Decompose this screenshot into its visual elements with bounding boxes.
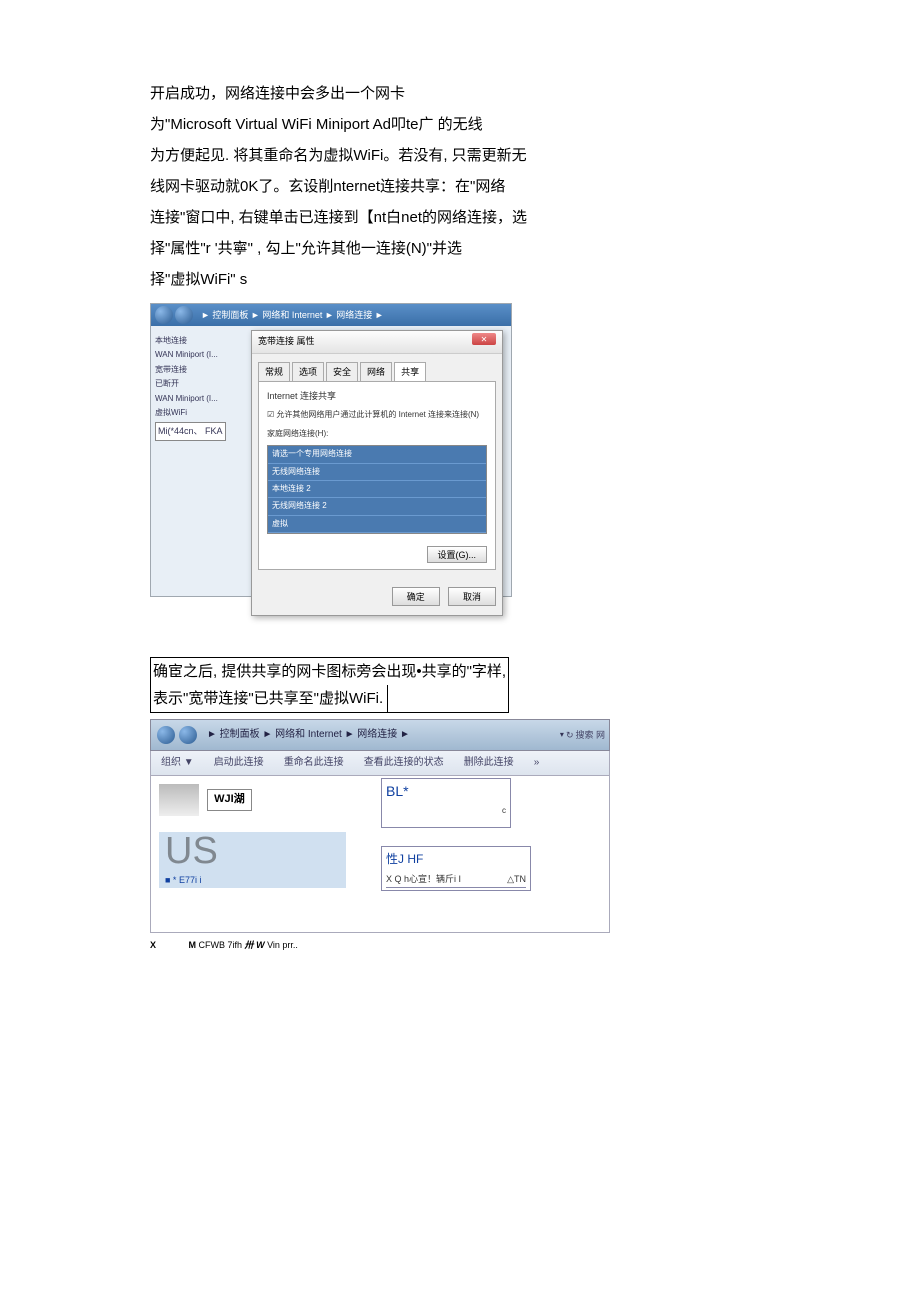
toolbar-delete[interactable]: 删除此连接 bbox=[464, 754, 514, 772]
ok-button[interactable]: 确定 bbox=[392, 587, 440, 606]
dialog-footer: 确定 取消 bbox=[252, 576, 502, 615]
conn-item[interactable]: 宽带连接 bbox=[155, 365, 250, 375]
section-title: Internet 连接共享 bbox=[267, 388, 487, 404]
conn-item[interactable]: 本地连接 bbox=[155, 336, 250, 346]
mi-label: Mi(*44cn、 FKA bbox=[155, 422, 226, 440]
screenshot-network-connections: ► 控制面板 ► 网络和 Internet ► 网络连接 ► ▾ ↻ 搜索 网 … bbox=[150, 719, 610, 933]
tab-general[interactable]: 常规 bbox=[258, 362, 290, 381]
line-7: 择"虚拟WiFi" s bbox=[150, 266, 770, 293]
tab-network[interactable]: 网络 bbox=[360, 362, 392, 381]
home-network-dropdown[interactable]: 请选一个专用网络连接 无线网络连接 本地连接 2 无线网络连接 2 虚拟 bbox=[267, 445, 487, 534]
conn-item[interactable]: 虚拟WiFi bbox=[155, 408, 250, 418]
conn-item[interactable]: WAN Miniport (I... bbox=[155, 350, 250, 360]
search-box[interactable]: ▾ ↻ 搜索 网 bbox=[560, 727, 609, 743]
nav-forward-icon[interactable] bbox=[179, 726, 197, 744]
bl-sub: c bbox=[386, 804, 506, 818]
explorer-header: ► 控制面板 ► 网络和 Internet ► 网络连接 ► bbox=[151, 304, 511, 326]
toolbar-start[interactable]: 启动此连接 bbox=[214, 754, 264, 772]
address-bar-2[interactable]: ► 控制面板 ► 网络和 Internet ► 网络连接 ► bbox=[207, 726, 410, 744]
toolbar-status[interactable]: 查看此连接的状态 bbox=[364, 754, 444, 772]
refresh-icon[interactable]: ↻ bbox=[566, 727, 574, 743]
conn-item[interactable]: 已断开 bbox=[155, 379, 250, 389]
dialog-title-text: 宽带连接 属性 bbox=[258, 333, 315, 351]
bl-box[interactable]: BL* c bbox=[381, 778, 511, 828]
body-text: 开启成功，网络连接中会多出一个网卡 为"Microsoft Virtual Wi… bbox=[150, 80, 770, 293]
close-icon[interactable]: ✕ bbox=[472, 333, 496, 345]
dialog-content: Internet 连接共享 ☑ 允许其他网络用户通过此计算机的 Internet… bbox=[258, 381, 496, 570]
settings-button[interactable]: 设置(G)... bbox=[427, 546, 488, 563]
dropdown-option[interactable]: 本地连接 2 bbox=[268, 481, 486, 498]
footer-text: X M CFWB 7ifh 卅 W Vin prr.. bbox=[150, 937, 770, 953]
tab-security[interactable]: 安全 bbox=[326, 362, 358, 381]
connection-icon[interactable] bbox=[159, 784, 199, 816]
nav-forward-icon[interactable] bbox=[175, 306, 193, 324]
tab-options[interactable]: 选项 bbox=[292, 362, 324, 381]
hf-box[interactable]: 性J HF X Q h心宣！辆斤i I △TN bbox=[381, 846, 531, 891]
explorer-header-2: ► 控制面板 ► 网络和 Internet ► 网络连接 ► ▾ ↻ 搜索 网 bbox=[150, 719, 610, 751]
line-4: 线网卡驱动就0K了。玄设削nternet连接共享：在"网络 bbox=[150, 173, 770, 200]
connection-list: 本地连接 WAN Miniport (I... 宽带连接 已断开 WAN Min… bbox=[151, 326, 254, 596]
dropdown-option[interactable]: 无线网络连接 2 bbox=[268, 498, 486, 515]
address-bar[interactable]: ► 控制面板 ► 网络和 Internet ► 网络连接 ► bbox=[201, 307, 384, 323]
boxed-line-2: 表示"宽带连接"已共享至"虚拟WiFi. bbox=[153, 685, 388, 712]
wji-label: WJI湖 bbox=[207, 789, 252, 811]
us-sub: ■ * E77i i bbox=[165, 872, 340, 888]
hf-sub: X Q h心宣！辆斤i I △TN bbox=[386, 871, 526, 888]
screenshot-properties-dialog: ► 控制面板 ► 网络和 Internet ► 网络连接 ► 本地连接 WAN … bbox=[150, 303, 512, 597]
toolbar-more[interactable]: » bbox=[534, 754, 540, 772]
line-5: 连接"窗口中, 右键单击已连接到【nt白net的网络连接，选 bbox=[150, 204, 770, 231]
dialog-titlebar: 宽带连接 属性 ✕ bbox=[252, 331, 502, 354]
properties-dialog: 宽带连接 属性 ✕ 常规 选项 安全 网络 共享 Internet 连接共享 ☑… bbox=[251, 330, 503, 616]
us-block[interactable]: US ■ * E77i i bbox=[159, 832, 346, 888]
allow-checkbox-label[interactable]: ☑ 允许其他网络用户通过此计算机的 Internet 连接来连接(N) bbox=[267, 408, 487, 422]
tab-sharing[interactable]: 共享 bbox=[394, 362, 426, 381]
line-3: 为方便起见. 将其重命名为虚拟WiFi。若没有, 只需更新无 bbox=[150, 142, 770, 169]
toolbar: 组织 ▼ 启动此连接 重命名此连接 查看此连接的状态 删除此连接 » bbox=[150, 751, 610, 776]
dialog-tabs: 常规 选项 安全 网络 共享 bbox=[258, 362, 496, 381]
toolbar-organize[interactable]: 组织 ▼ bbox=[161, 754, 194, 772]
line-6: 择"属性"r '共寧" , 勾上"允许其他一连接(N)"并选 bbox=[150, 235, 770, 262]
nav-back-icon[interactable] bbox=[157, 726, 175, 744]
connections-pane: WJI湖 BL* c US ■ * E77i i 性J HF X Q h心宣！辆… bbox=[150, 776, 610, 933]
home-network-label: 家庭网络连接(H): bbox=[267, 427, 487, 441]
line-1: 开启成功，网络连接中会多出一个网卡 bbox=[150, 80, 770, 107]
boxed-note: 确宦之后, 提供共享的网卡图标旁会出现•共享的"字样, 表示"宽带连接"已共享至… bbox=[150, 657, 509, 713]
line-2: 为"Microsoft Virtual WiFi Miniport Ad叩te广… bbox=[150, 111, 770, 138]
dropdown-option[interactable]: 虚拟 bbox=[268, 516, 486, 533]
dropdown-option[interactable]: 请选一个专用网络连接 bbox=[268, 446, 486, 463]
conn-item[interactable]: WAN Miniport (I... bbox=[155, 394, 250, 404]
us-text: US bbox=[165, 832, 340, 870]
dropdown-option[interactable]: 无线网络连接 bbox=[268, 464, 486, 481]
nav-back-icon[interactable] bbox=[155, 306, 173, 324]
cancel-button[interactable]: 取消 bbox=[448, 587, 496, 606]
toolbar-rename[interactable]: 重命名此连接 bbox=[284, 754, 344, 772]
boxed-line-1: 确宦之后, 提供共享的网卡图标旁会出现•共享的"字样, bbox=[153, 658, 506, 685]
